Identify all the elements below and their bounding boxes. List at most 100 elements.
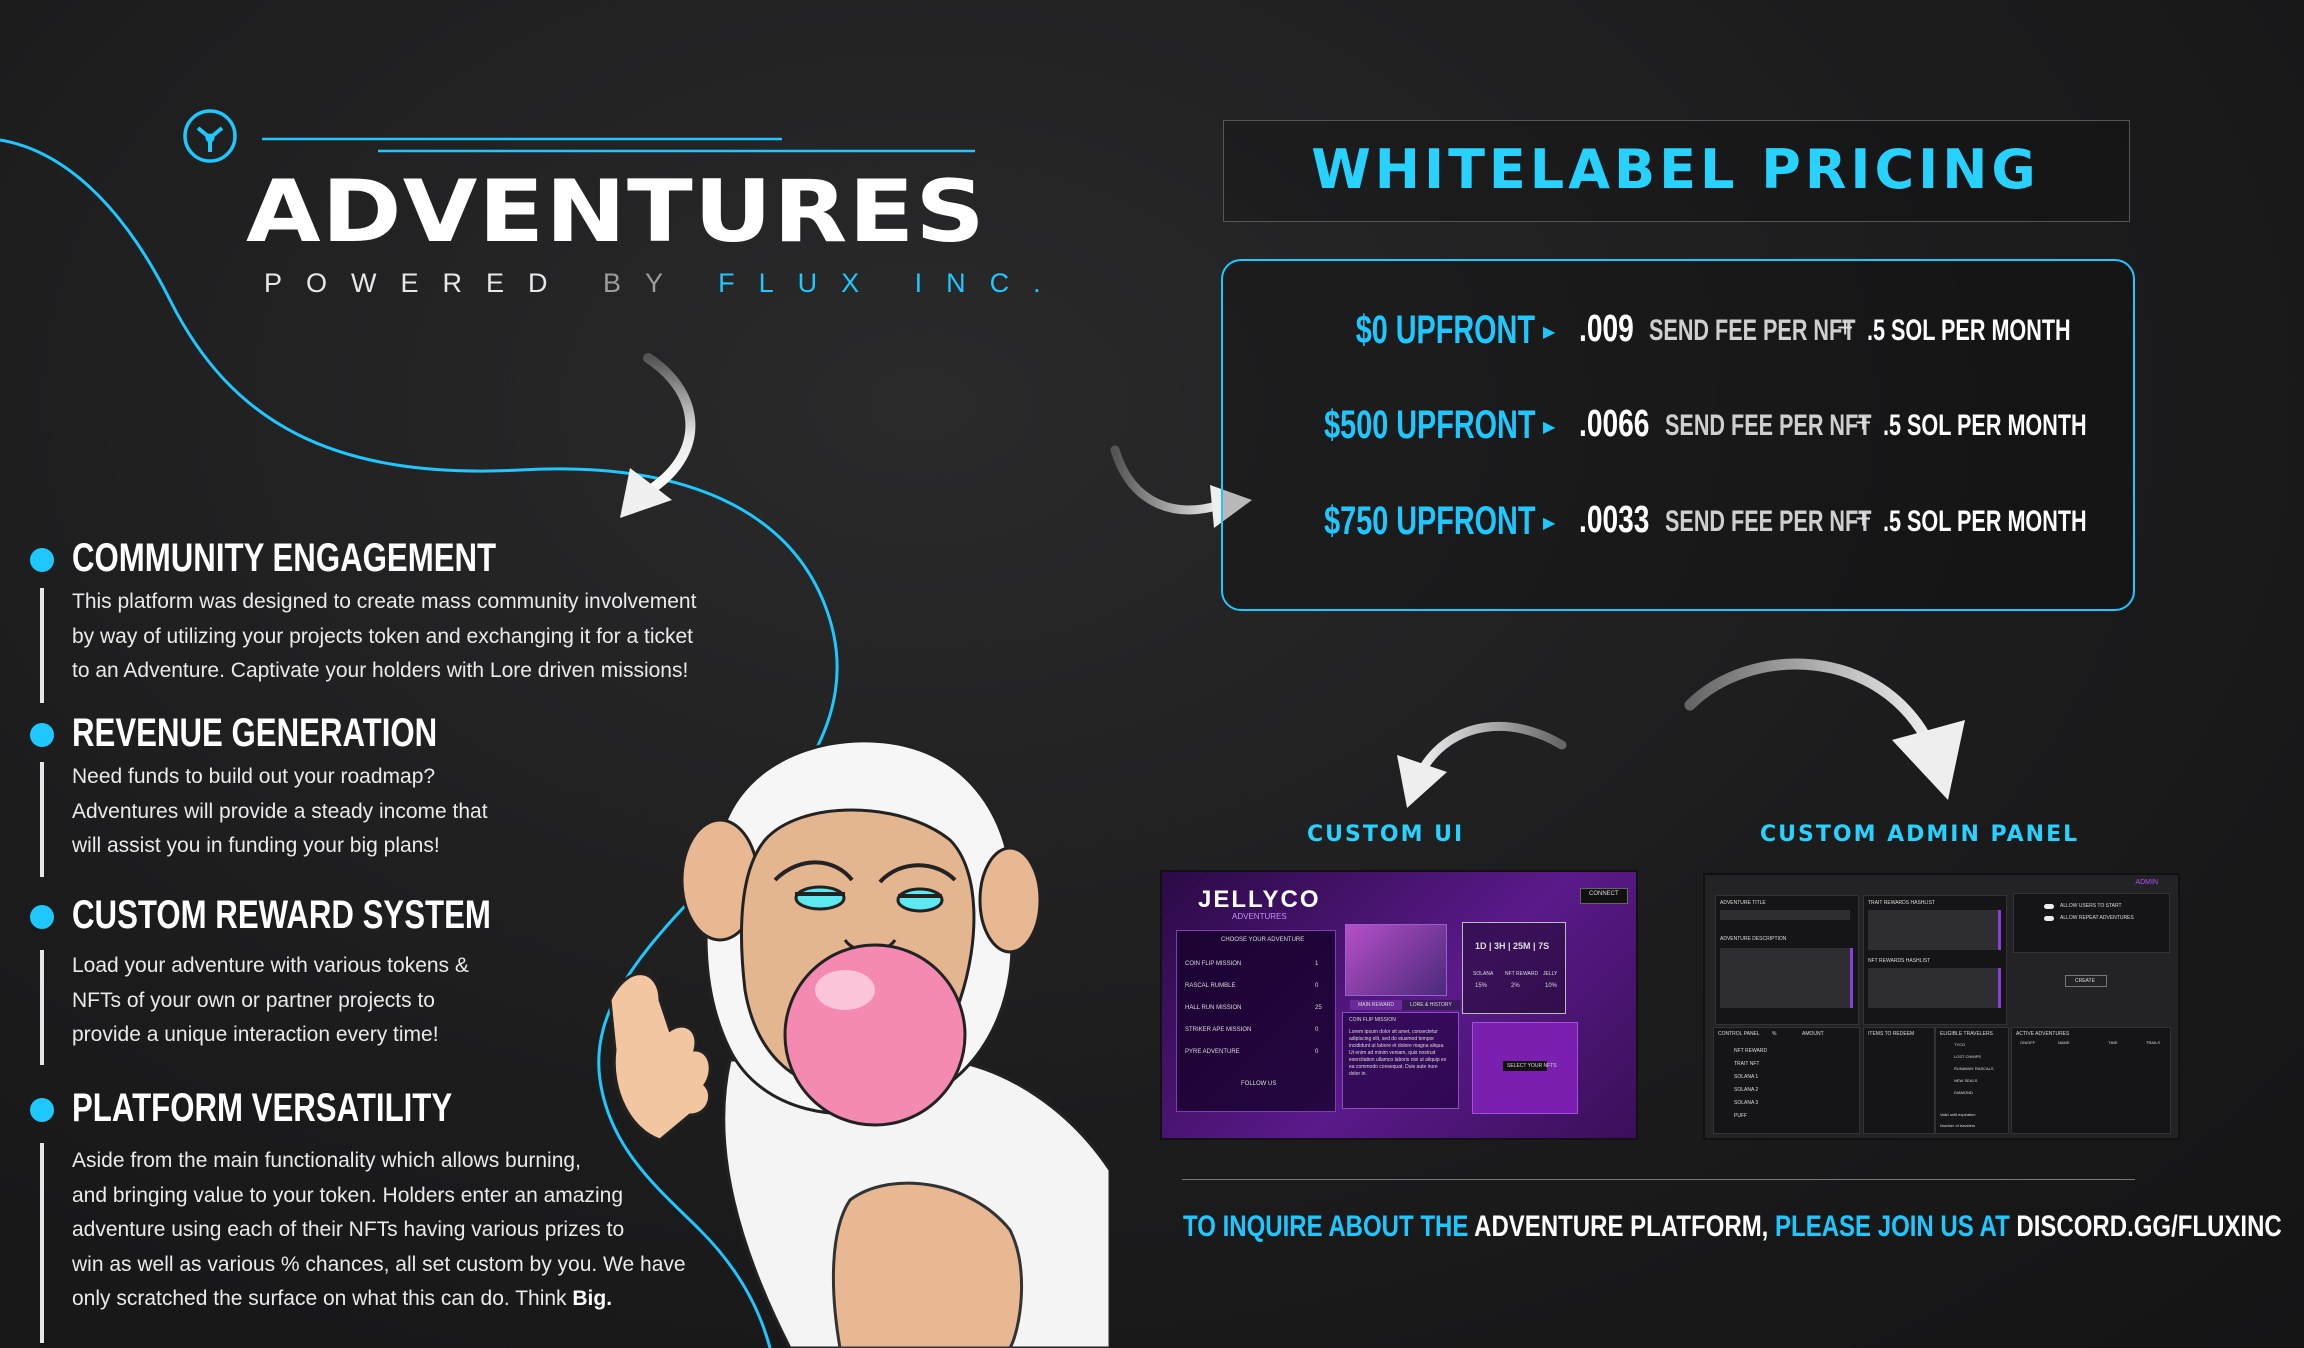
feature-title: COMMUNITY ENGAGEMENT bbox=[72, 536, 497, 580]
toggle-panel: ALLOW USERS TO START ALLOW REPEAT ADVENT… bbox=[2013, 893, 2170, 953]
amount-label: AMOUNT bbox=[1802, 1031, 1824, 1037]
num-travelers-label: Number of travelers bbox=[1940, 1123, 1976, 1128]
feature-body: Load your adventure with various tokens … bbox=[72, 954, 469, 1046]
price-upfront: $500 UPFRONT bbox=[1323, 403, 1535, 447]
items-redeem-label: ITEMS TO REDEEM bbox=[1868, 1031, 1915, 1037]
control-item[interactable]: SOLANA 3 bbox=[1734, 1100, 1758, 1106]
mission-count: 25 bbox=[1315, 1005, 1322, 1011]
countdown-timer: 1D | 3H | 25M | 7S bbox=[1475, 941, 1550, 951]
feature-bar bbox=[40, 1143, 44, 1343]
feature-bar bbox=[40, 762, 44, 877]
bullet-dot-icon bbox=[30, 548, 54, 572]
price-row: $750 UPFRONT ▶ .0033 SEND FEE PER NFT + … bbox=[1221, 499, 2131, 559]
feature-body: This platform was designed to create mas… bbox=[72, 590, 697, 682]
price-upfront: $0 UPFRONT bbox=[1355, 308, 1535, 352]
allow-start-label: ALLOW USERS TO START bbox=[2060, 903, 2122, 909]
bullet-dot-icon bbox=[30, 905, 54, 929]
tab-lore[interactable]: LORE & HISTORY bbox=[1402, 1000, 1460, 1010]
connect-label: CONNECT bbox=[1589, 891, 1619, 897]
description-title: COIN FLIP MISSION bbox=[1349, 1017, 1396, 1023]
custom-admin-label: CUSTOM ADMIN PANEL bbox=[1760, 822, 2080, 847]
by-text: BY bbox=[603, 268, 687, 298]
price-fee-label: SEND FEE PER NFT bbox=[1665, 409, 1872, 442]
custom-ui-screenshot: JELLYCO ADVENTURES CONNECT CHOOSE YOUR A… bbox=[1160, 870, 1638, 1140]
mission-item[interactable]: PYRE ADVENTURE bbox=[1185, 1049, 1240, 1055]
control-panel-label: CONTROL PANEL bbox=[1718, 1031, 1760, 1037]
footer-divider bbox=[1182, 1179, 2135, 1180]
create-label: CREATE bbox=[2075, 978, 2095, 984]
eligible-item[interactable]: NEW SEALS bbox=[1954, 1078, 1977, 1083]
description-panel: COIN FLIP MISSION Lorem ipsum dolor sit … bbox=[1342, 1012, 1459, 1109]
eligible-item[interactable]: RUNAWAY RASCALS bbox=[1954, 1066, 1994, 1071]
mission-count: 1 bbox=[1315, 961, 1319, 967]
eligible-item[interactable]: LOST CHIMPS bbox=[1954, 1054, 1981, 1059]
items-redeem-panel: ITEMS TO REDEEM bbox=[1863, 1027, 1935, 1134]
percent-label: % bbox=[1772, 1031, 1777, 1037]
eligible-item[interactable]: DIAMOND bbox=[1954, 1090, 1973, 1095]
select-nfts-button[interactable]: SELECT YOUR NFTS bbox=[1503, 1061, 1557, 1071]
control-item[interactable]: PUFF bbox=[1734, 1113, 1747, 1119]
price-upfront: $750 UPFRONT bbox=[1323, 499, 1535, 543]
adventure-title-label: ADVENTURE TITLE bbox=[1720, 900, 1766, 906]
price-fee: .009 bbox=[1579, 308, 1634, 350]
bullet-dot-icon bbox=[30, 723, 54, 747]
footer-part1: TO INQUIRE ABOUT THE bbox=[1183, 1210, 1469, 1243]
stat-label: JELLY bbox=[1543, 971, 1558, 977]
description-text: Lorem ipsum dolor sit amet, consectetur … bbox=[1349, 1029, 1447, 1077]
eligible-panel: ELIGIBLE TRAVELERS TYCO LOST CHIMPS RUNA… bbox=[1935, 1027, 2009, 1134]
control-item[interactable]: SOLANA 2 bbox=[1734, 1087, 1758, 1093]
hashlist-panel: TRAIT REWARDS HASHLIST NFT REWARDS HASHL… bbox=[1863, 895, 2007, 1025]
price-fee-label: SEND FEE PER NFT bbox=[1665, 505, 1872, 538]
feature-title: PLATFORM VERSATILITY bbox=[72, 1086, 453, 1130]
arrow-right-icon: ▶ bbox=[1543, 515, 1556, 532]
stat-value: 10% bbox=[1545, 983, 1558, 989]
column-header: ON/OFF bbox=[2020, 1040, 2036, 1045]
toggle-start[interactable] bbox=[2044, 904, 2054, 909]
column-header: TIME bbox=[2108, 1040, 2118, 1045]
mission-item[interactable]: COIN FLIP MISSION bbox=[1185, 961, 1241, 967]
price-fee: .0033 bbox=[1579, 499, 1650, 541]
connect-button[interactable]: CONNECT bbox=[1580, 888, 1628, 904]
mission-item[interactable]: RASCAL RUMBLE bbox=[1185, 983, 1235, 989]
discord-link[interactable]: DISCORD.GG/FLUXINC bbox=[2016, 1210, 2281, 1243]
footer-cta: TO INQUIRE ABOUT THE ADVENTURE PLATFORM,… bbox=[1183, 1210, 2282, 1244]
tab-main-reward[interactable]: MAIN REWARD bbox=[1350, 1000, 1402, 1010]
control-item[interactable]: SOLANA 1 bbox=[1734, 1074, 1758, 1080]
custom-ui-label: CUSTOM UI bbox=[1307, 822, 1465, 847]
nft-rewards-input[interactable] bbox=[1868, 968, 2001, 1008]
column-header: TRAILS bbox=[2146, 1040, 2161, 1045]
curved-arrow-icon bbox=[1397, 722, 1567, 808]
feature-bar bbox=[40, 588, 44, 703]
mission-count: 0 bbox=[1315, 1049, 1319, 1055]
toggle-repeat[interactable] bbox=[2044, 916, 2054, 921]
trait-rewards-input[interactable] bbox=[1868, 910, 2001, 950]
mission-item[interactable]: STRIKER APE MISSION bbox=[1185, 1027, 1251, 1033]
allow-repeat-label: ALLOW REPEAT ADVENTURES bbox=[2060, 915, 2134, 921]
mission-item[interactable]: HALL RUN MISSION bbox=[1185, 1005, 1241, 1011]
arrow-right-icon: ▶ bbox=[1543, 324, 1556, 341]
adventure-title-input[interactable] bbox=[1720, 910, 1850, 920]
mission-count: 0 bbox=[1315, 1027, 1319, 1033]
price-plus: + bbox=[1855, 503, 1872, 534]
mission-count: 0 bbox=[1315, 983, 1319, 989]
powered-text: POWERED bbox=[264, 268, 572, 298]
price-plus: + bbox=[1837, 312, 1854, 343]
valid-until-label: Valid until expiration bbox=[1940, 1112, 1976, 1117]
control-item[interactable]: TRAIT NFT bbox=[1734, 1061, 1759, 1067]
select-nfts-label: SELECT YOUR NFTS bbox=[1507, 1063, 1557, 1069]
price-monthly: .5 SOL PER MONTH bbox=[1867, 314, 2071, 347]
nft-preview-image bbox=[1345, 924, 1447, 996]
stat-value: 15% bbox=[1475, 983, 1488, 989]
control-item[interactable]: NFT REWARD bbox=[1734, 1048, 1767, 1054]
price-row: $500 UPFRONT ▶ .0066 SEND FEE PER NFT + … bbox=[1221, 403, 2131, 463]
curved-arrow-icon bbox=[620, 353, 696, 518]
eligible-label: ELIGIBLE TRAVELERS bbox=[1940, 1031, 1993, 1037]
active-adventures-label: ACTIVE ADVENTURES bbox=[2016, 1031, 2070, 1037]
adventure-form: ADVENTURE TITLE ADVENTURE DESCRIPTION bbox=[1715, 895, 1859, 1025]
price-monthly: .5 SOL PER MONTH bbox=[1883, 409, 2087, 442]
create-button[interactable]: CREATE bbox=[2065, 975, 2107, 987]
nft-rewards-label: NFT REWARDS HASHLIST bbox=[1868, 958, 1931, 964]
mission-list-panel: CHOOSE YOUR ADVENTURE COIN FLIP MISSION … bbox=[1176, 930, 1336, 1112]
eligible-item[interactable]: TYCO bbox=[1954, 1042, 1965, 1047]
adventure-desc-input[interactable] bbox=[1720, 948, 1853, 1008]
